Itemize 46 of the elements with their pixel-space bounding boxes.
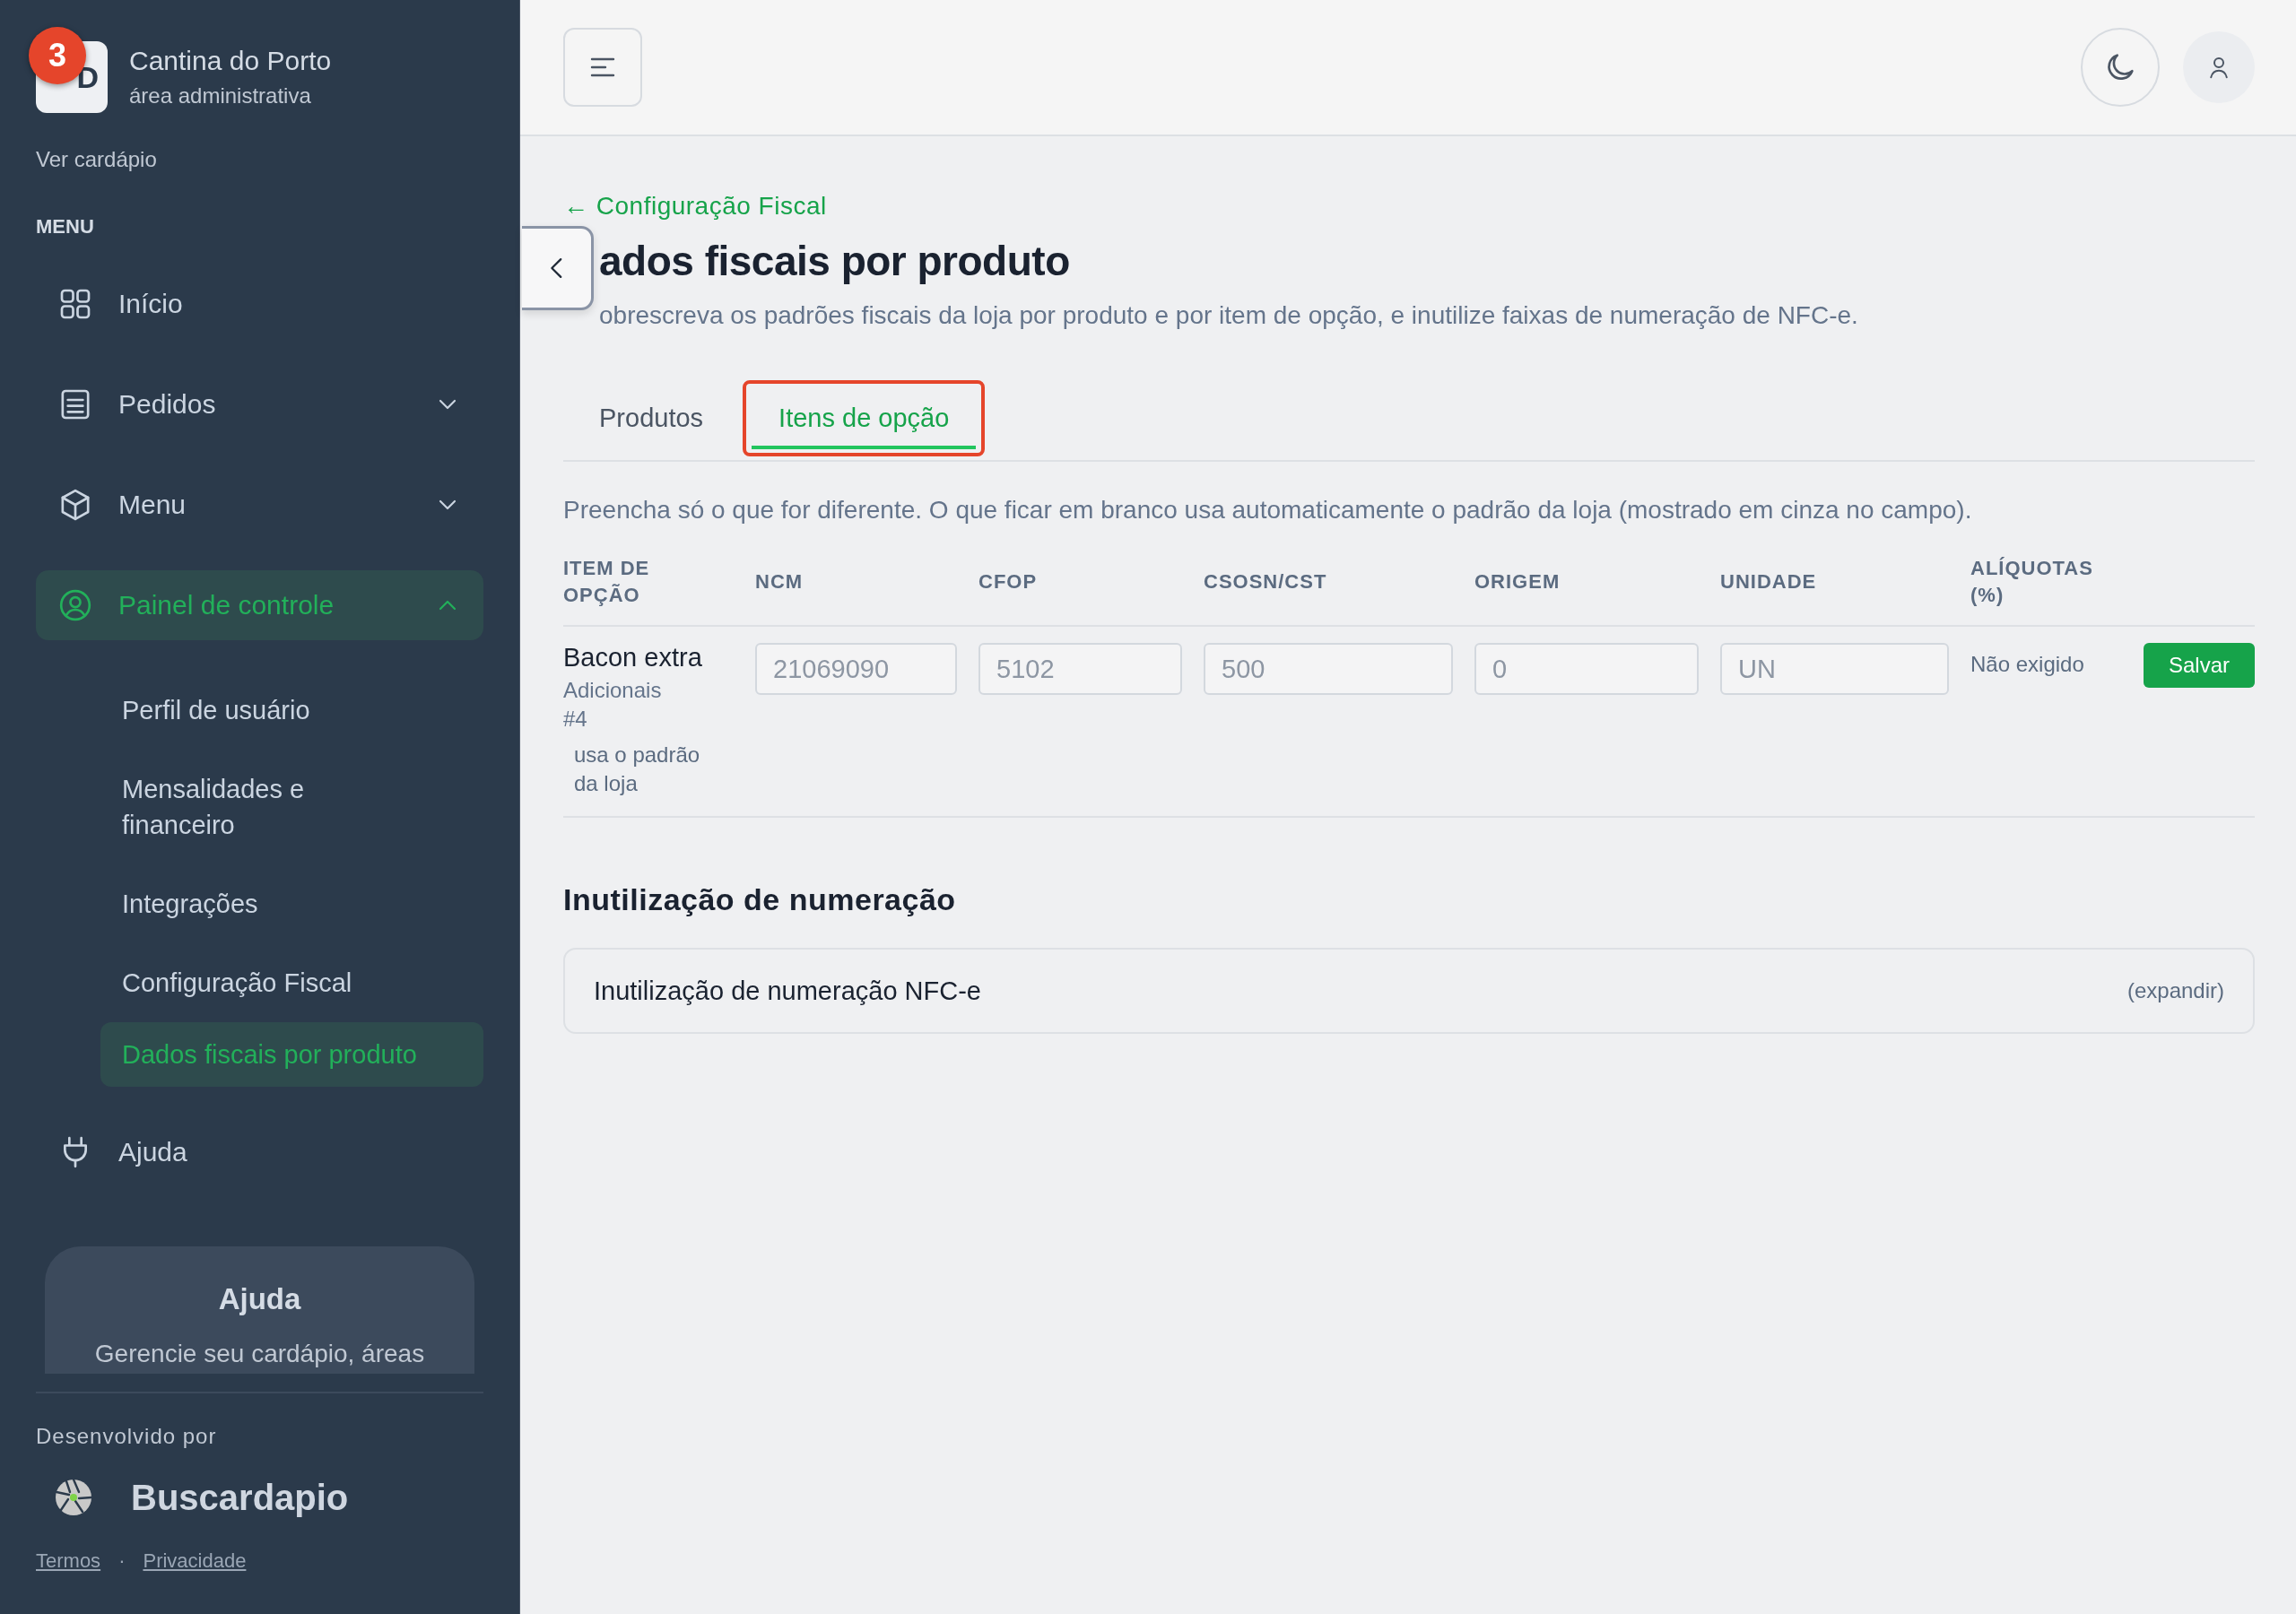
nav-subitem[interactable]: Configuração Fiscal	[100, 943, 377, 1022]
column-header: ITEM DE OPÇÃO	[563, 556, 651, 608]
default-note: usa o padrão da loja	[574, 742, 701, 797]
column-header: UNIDADE	[1720, 569, 1817, 594]
column-header: ALÍQUOTAS (%)	[1970, 556, 2094, 608]
input-field[interactable]: 5102	[978, 643, 1182, 695]
hint-text: Preencha só o que for diferente. O que ficar em branco usa automaticamente o padrão da loja (mostrado em cinza no campo).	[563, 496, 1973, 525]
help-text: Gerencie seu cardápio, áreas	[93, 1340, 426, 1368]
input-field[interactable]: UN	[1720, 643, 1949, 695]
nav-subitem[interactable]: Integrações	[100, 864, 377, 943]
expand-toggle[interactable]: (expandir)	[2127, 978, 2225, 1003]
column-header: NCM	[755, 569, 804, 594]
item-group: Adicionais #4	[563, 676, 689, 733]
store-subtitle: área administrativa	[129, 83, 312, 108]
nav-subitem[interactable]: Mensalidades e financeiro	[100, 750, 377, 864]
credit-text: Desenvolvido por	[36, 1424, 218, 1449]
footer-link[interactable]: Termos	[36, 1549, 101, 1573]
input-field[interactable]: 21069090	[755, 643, 957, 695]
separator-dot: ·	[118, 1549, 126, 1573]
help-title: Ajuda	[217, 1282, 302, 1316]
nav-item[interactable]: Ajuda	[36, 1117, 483, 1187]
column-header: ORIGEM	[1474, 569, 1561, 594]
tab[interactable]: Produtos	[563, 380, 740, 456]
nav-item[interactable]: Pedidos	[36, 369, 483, 439]
input-field[interactable]: 500	[1204, 643, 1453, 695]
nav-item[interactable]: Menu	[36, 470, 483, 540]
column-header: CSOSN/CST	[1204, 569, 1327, 594]
panel-title: Inutilização de numeração NFC-e	[594, 976, 981, 1006]
brand-name: Buscardapio	[131, 1477, 349, 1518]
collapsible-panel[interactable]: Inutilização de numeração NFC-e (expandir)	[563, 948, 2256, 1034]
section-label: MENU	[36, 215, 95, 239]
page-title: ados fiscais por produto	[599, 237, 1071, 285]
view-menu-link[interactable]: Ver cardápio	[36, 147, 157, 172]
nav-item[interactable]: Início	[36, 269, 483, 339]
collapse-sidebar-button[interactable]	[522, 226, 594, 310]
input-field[interactable]: 0	[1474, 643, 1699, 695]
rates-text: Não exigido	[1970, 651, 2085, 677]
store-name: Cantina do Porto	[129, 46, 332, 76]
item-name: Bacon extra	[563, 643, 703, 672]
menu-button[interactable]	[563, 28, 642, 107]
page-subtitle: obrescreva os padrões fiscais da loja por produto e por item de opção, e inutilize faixas de numeração de NFC-e.	[599, 301, 1859, 330]
user-circle-icon	[57, 587, 93, 623]
footer-link[interactable]: Privacidade	[143, 1549, 247, 1573]
section-title: Inutilização de numeração	[563, 882, 957, 917]
column-header: CFOP	[978, 569, 1038, 594]
nav-subitem[interactable]: Perfil de usuário	[100, 671, 377, 750]
